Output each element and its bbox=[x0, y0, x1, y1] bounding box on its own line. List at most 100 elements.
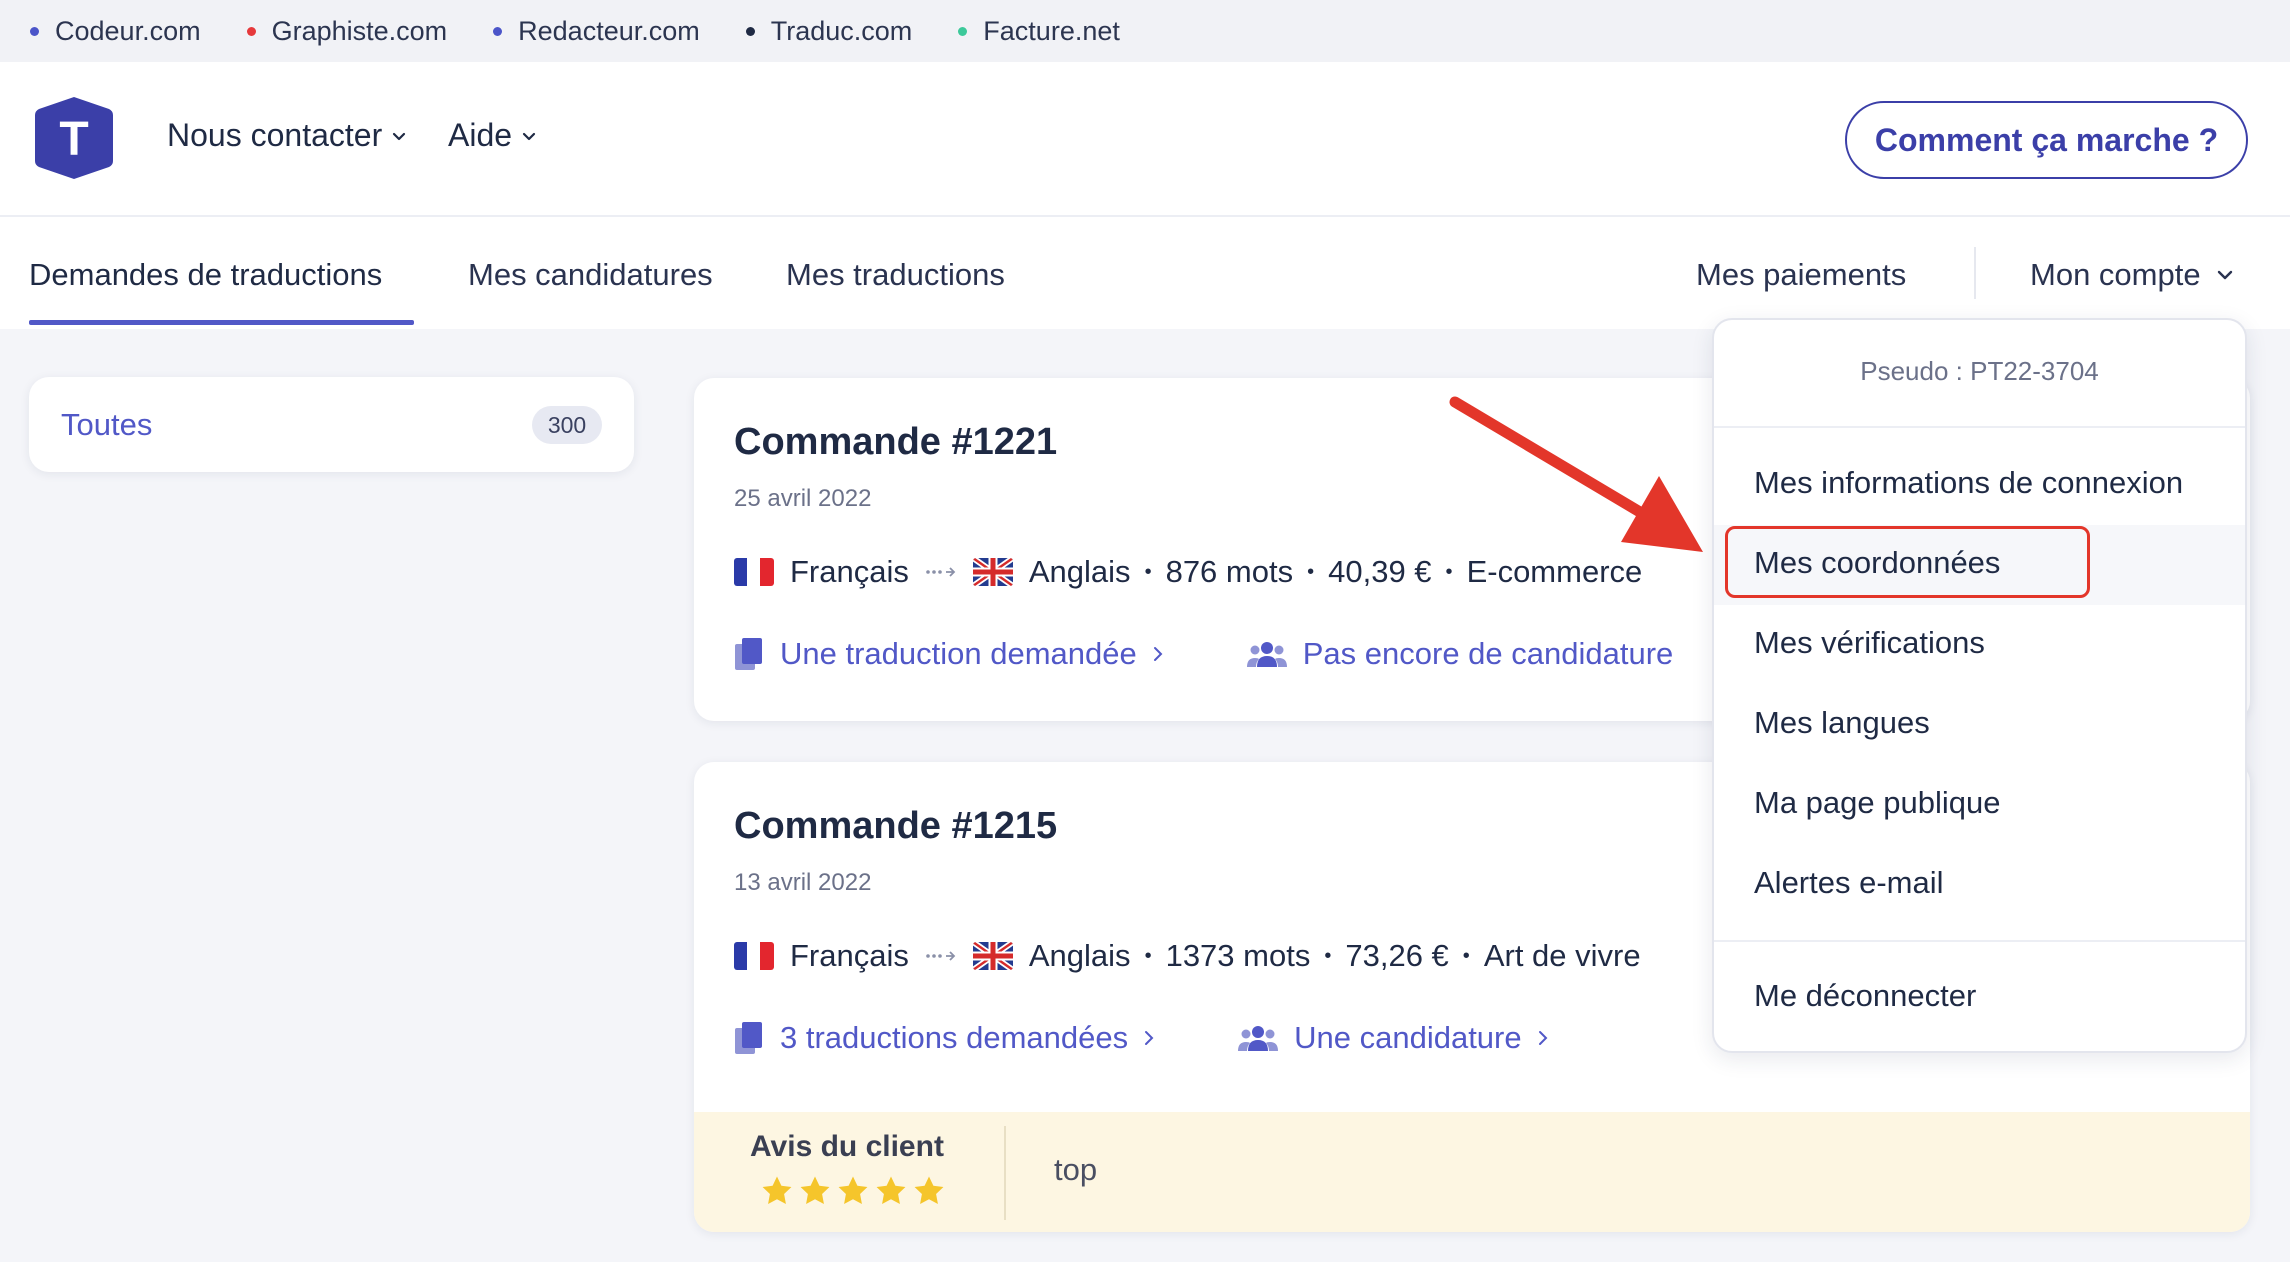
how-it-works-button[interactable]: Comment ça marche ? bbox=[1845, 101, 2248, 179]
translations-requested-link[interactable]: Une traduction demandée bbox=[734, 636, 1165, 672]
order-title[interactable]: Commande #1221 bbox=[734, 421, 1057, 464]
france-flag-icon bbox=[734, 558, 774, 586]
separator-dot: • bbox=[1144, 560, 1152, 583]
menu-item-email-alerts[interactable]: Alertes e-mail bbox=[1754, 865, 1944, 901]
tab-my-account-label: Mon compte bbox=[2030, 257, 2201, 292]
separator-dot: • bbox=[1462, 944, 1470, 967]
separator-dot: • bbox=[1144, 944, 1152, 967]
users-icon bbox=[1246, 642, 1287, 667]
dot-icon bbox=[30, 26, 39, 36]
star-icon bbox=[876, 1176, 906, 1205]
review-divider bbox=[1004, 1126, 1006, 1220]
dot-icon bbox=[493, 26, 503, 36]
star-icon bbox=[838, 1176, 868, 1205]
chevron-down-icon bbox=[2217, 270, 2232, 280]
dot-icon bbox=[745, 26, 755, 36]
nav-contact-label: Nous contacter bbox=[167, 117, 383, 153]
candidates-link-label: Pas encore de candidature bbox=[1302, 636, 1674, 671]
tab-translation-requests[interactable]: Demandes de traductions bbox=[29, 257, 382, 293]
nav-contact[interactable]: Nous contacter bbox=[167, 117, 408, 154]
review-label: Avis du client bbox=[750, 1130, 944, 1163]
site-header: T Nous contacter Aide Comment ça marche … bbox=[0, 62, 2290, 217]
translations-requested-link[interactable]: 3 traductions demandées bbox=[734, 1020, 1156, 1056]
tab-my-translations[interactable]: Mes traductions bbox=[786, 257, 1005, 293]
uk-flag-icon bbox=[972, 942, 1013, 970]
menu-divider bbox=[1714, 940, 2245, 942]
filter-label: Toutes bbox=[61, 407, 153, 442]
nav-help-label: Aide bbox=[448, 117, 513, 153]
separator-dot: • bbox=[1324, 944, 1332, 967]
nav-help[interactable]: Aide bbox=[448, 117, 538, 154]
network-link-label: Traduc.com bbox=[770, 15, 913, 46]
dot-icon bbox=[246, 26, 256, 36]
order-links: 3 traductions demandées Une candidature bbox=[734, 1020, 1550, 1056]
star-icon bbox=[914, 1176, 944, 1205]
tab-my-payments[interactable]: Mes paiements bbox=[1696, 257, 1906, 293]
chevron-right-icon bbox=[1538, 1031, 1548, 1045]
main-tabs: Demandes de traductions Mes candidatures… bbox=[0, 217, 2290, 329]
order-meta: Français Anglais • 1373 mots • 73,26 € •… bbox=[734, 938, 1641, 974]
source-language: Français bbox=[790, 938, 909, 973]
network-link-label: Redacteur.com bbox=[518, 15, 700, 46]
users-icon bbox=[1238, 1026, 1279, 1051]
network-link-label: Graphiste.com bbox=[271, 15, 448, 46]
network-link-codeur[interactable]: Codeur.com bbox=[30, 16, 201, 47]
network-link-facture[interactable]: Facture.net bbox=[958, 16, 1120, 47]
network-bar: Codeur.com Graphiste.com Redacteur.com T… bbox=[0, 0, 2290, 62]
translations-link-label: Une traduction demandée bbox=[780, 636, 1137, 671]
documents-icon bbox=[735, 1022, 762, 1054]
chevron-right-icon bbox=[1153, 647, 1163, 661]
order-category: Art de vivre bbox=[1483, 938, 1641, 973]
active-tab-indicator bbox=[29, 320, 414, 325]
dot-icon bbox=[958, 26, 968, 36]
tab-divider bbox=[1974, 247, 1976, 299]
order-price: 40,39 € bbox=[1328, 554, 1432, 589]
annotation-highlight-box bbox=[1725, 526, 2090, 598]
network-link-traduc[interactable]: Traduc.com bbox=[745, 15, 913, 47]
order-price: 73,26 € bbox=[1345, 938, 1449, 973]
candidates-link[interactable]: Pas encore de candidature bbox=[1246, 636, 1674, 672]
menu-item-verifications[interactable]: Mes vérifications bbox=[1754, 625, 1985, 661]
chevron-down-icon bbox=[522, 132, 536, 140]
traduc-logo[interactable]: T bbox=[33, 95, 115, 181]
chevron-right-icon bbox=[1145, 1031, 1154, 1045]
arrow-right-icon bbox=[926, 567, 956, 577]
filter-count-badge: 300 bbox=[532, 406, 602, 444]
order-links: Une traduction demandée Pas encore de ca… bbox=[734, 636, 1673, 672]
candidates-link-label: Une candidature bbox=[1294, 1020, 1522, 1055]
order-date: 25 avril 2022 bbox=[734, 485, 872, 512]
france-flag-icon bbox=[734, 942, 774, 970]
client-review: Avis du client top bbox=[694, 1112, 2250, 1232]
separator-dot: • bbox=[1307, 560, 1315, 583]
tab-my-account[interactable]: Mon compte bbox=[2030, 257, 2235, 293]
order-title[interactable]: Commande #1215 bbox=[734, 805, 1057, 848]
target-language: Anglais bbox=[1028, 938, 1131, 973]
star-icon bbox=[800, 1176, 830, 1205]
word-count: 1373 mots bbox=[1165, 938, 1311, 973]
star-icon bbox=[762, 1176, 792, 1205]
annotation-arrow-icon bbox=[1449, 396, 1703, 552]
chevron-down-icon bbox=[393, 132, 406, 140]
filter-all[interactable]: Toutes 300 bbox=[29, 377, 634, 472]
network-link-graphiste[interactable]: Graphiste.com bbox=[246, 15, 448, 47]
review-text: top bbox=[1054, 1152, 1098, 1187]
menu-item-login-info[interactable]: Mes informations de connexion bbox=[1754, 465, 2183, 501]
word-count: 876 mots bbox=[1165, 554, 1294, 589]
menu-item-languages[interactable]: Mes langues bbox=[1754, 705, 1930, 741]
candidates-link[interactable]: Une candidature bbox=[1238, 1020, 1550, 1056]
arrow-right-icon bbox=[926, 951, 956, 961]
translations-link-label: 3 traductions demandées bbox=[780, 1020, 1129, 1055]
tab-my-applications[interactable]: Mes candidatures bbox=[468, 257, 713, 293]
rating-stars bbox=[760, 1174, 950, 1208]
network-link-label: Facture.net bbox=[983, 15, 1120, 46]
account-dropdown-menu: Pseudo : PT22-3704 Mes informations de c… bbox=[1712, 318, 2247, 1053]
order-date: 13 avril 2022 bbox=[734, 869, 872, 896]
logo-letter: T bbox=[59, 113, 88, 166]
network-link-label: Codeur.com bbox=[55, 15, 201, 46]
target-language: Anglais bbox=[1028, 554, 1131, 589]
documents-icon bbox=[735, 638, 762, 670]
network-link-redacteur[interactable]: Redacteur.com bbox=[493, 16, 700, 47]
menu-divider bbox=[1714, 426, 2245, 428]
menu-item-logout[interactable]: Me déconnecter bbox=[1754, 978, 1976, 1014]
menu-item-public-page[interactable]: Ma page publique bbox=[1754, 785, 2000, 821]
